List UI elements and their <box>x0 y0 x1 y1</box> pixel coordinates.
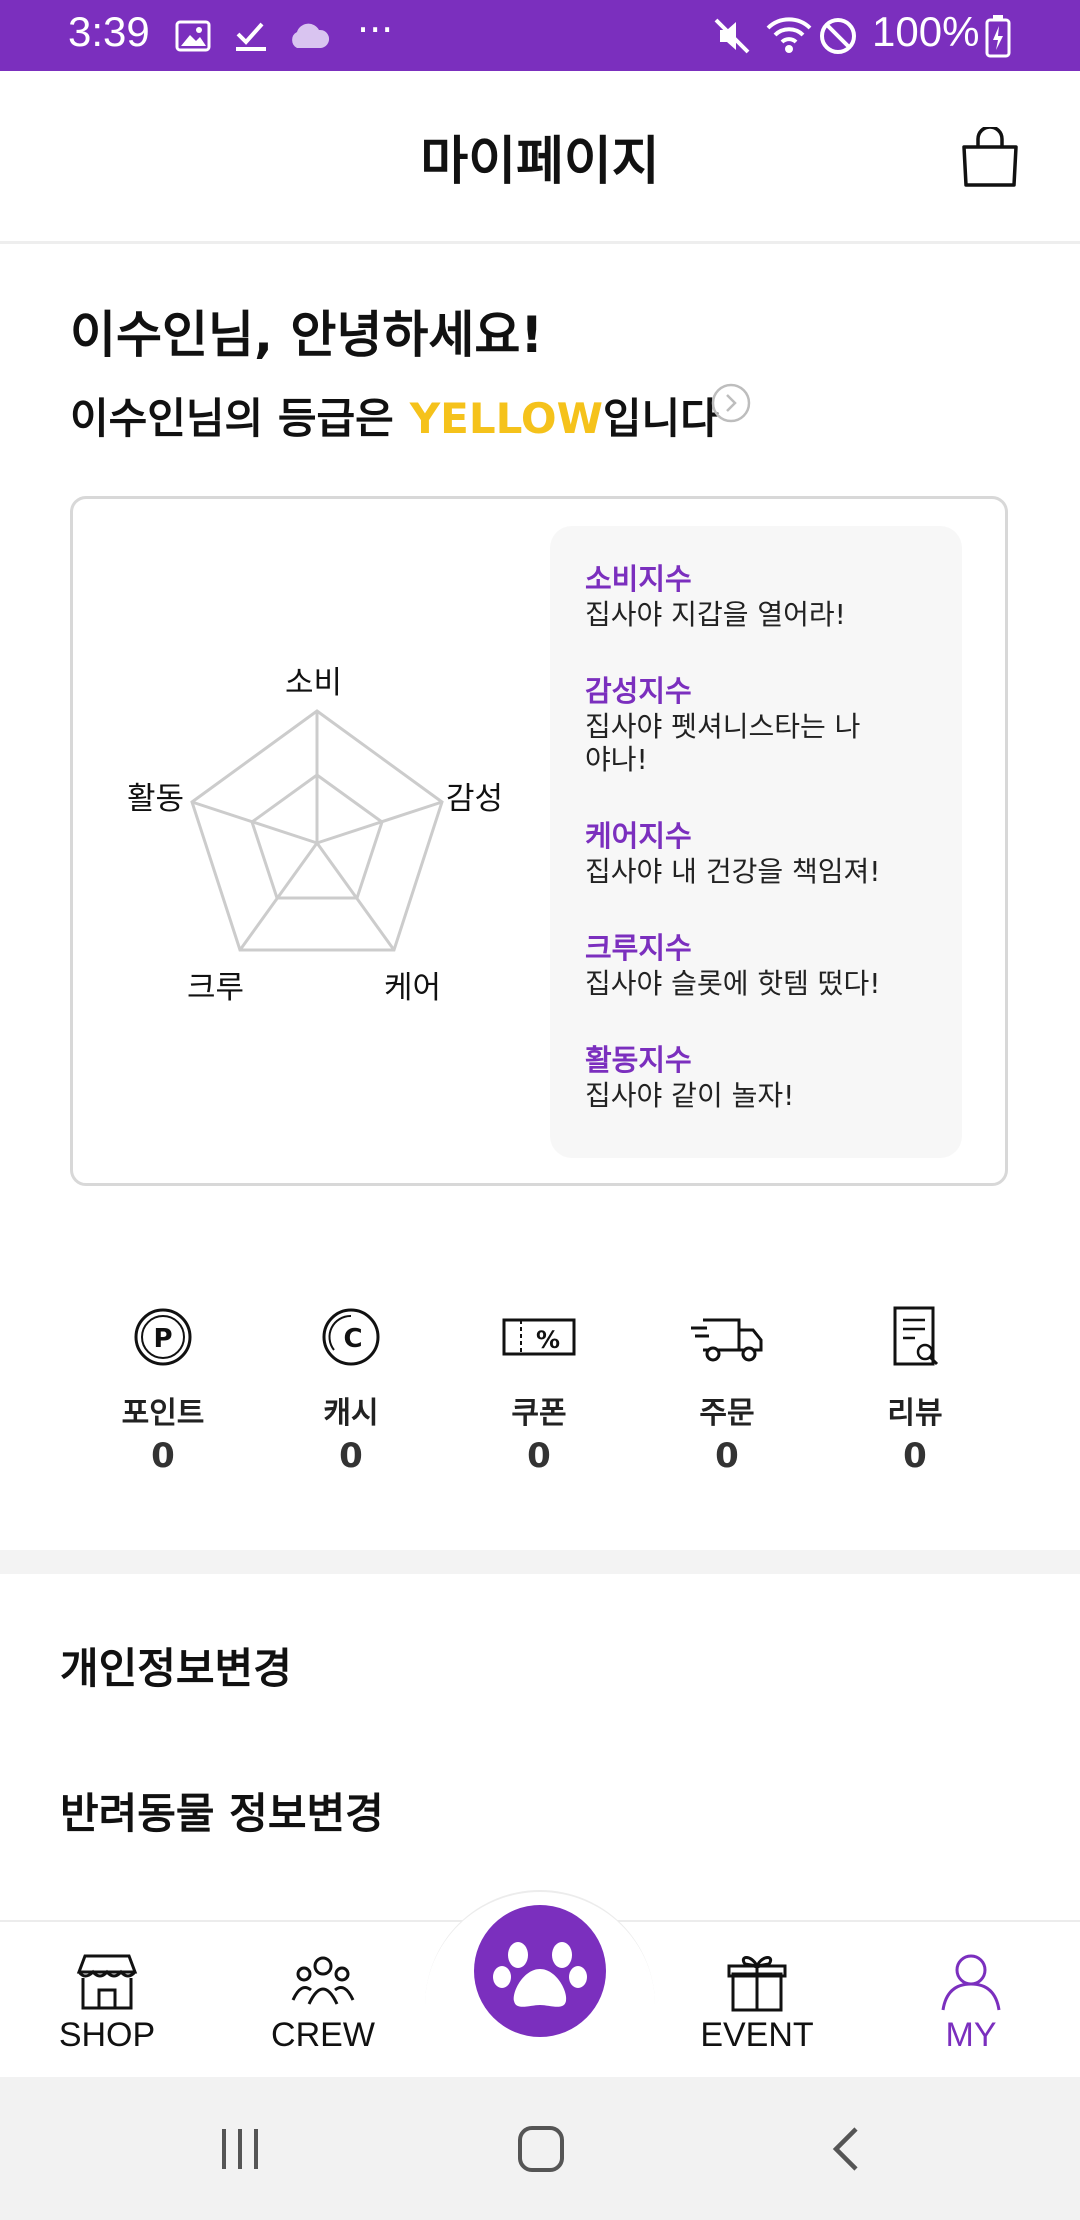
stat-label: 쿠폰 <box>511 1396 567 1431</box>
system-nav-bar <box>0 2077 1080 2220</box>
index-desc: 집사야 슬롯에 핫템 떴다! <box>585 967 881 1000</box>
stat-value: 0 <box>903 1436 927 1476</box>
grade-prefix: 이수인님의 등급은 <box>70 394 394 443</box>
grade-suffix: 입니다 <box>602 394 719 443</box>
greeting-text: 이수인님, 안녕하세요! <box>70 306 544 364</box>
index-item: 소비지수 집사야 지갑을 열어라! <box>585 556 846 631</box>
recent-apps-icon[interactable] <box>218 2125 264 2173</box>
page-title: 마이페이지 <box>420 132 660 192</box>
tab-label: SHOP <box>58 2016 156 2054</box>
app-header: 마이페이지 <box>0 71 1080 244</box>
tab-label: MY <box>945 2016 997 2054</box>
paw-icon <box>493 1942 587 2007</box>
review-icon <box>893 1306 939 1366</box>
stat-value: 0 <box>151 1436 175 1476</box>
stat-label: 캐시 <box>323 1396 379 1431</box>
stat-review[interactable]: 리뷰 0 <box>840 1302 990 1476</box>
stat-order[interactable]: 주문 0 <box>652 1302 802 1476</box>
index-item: 활동지수 집사야 같이 놀자! <box>585 1037 794 1112</box>
index-item: 케어지수 집사야 내 건강을 책임져! <box>585 813 881 888</box>
svg-text:%: % <box>536 1326 560 1354</box>
index-desc: 집사야 같이 놀자! <box>585 1079 795 1112</box>
crew-icon <box>291 1956 355 2005</box>
wifi-icon <box>766 17 812 53</box>
shopping-bag-icon[interactable] <box>960 127 1020 189</box>
gift-icon <box>727 1956 787 2012</box>
stat-value: 0 <box>715 1436 739 1476</box>
cash-icon: C <box>322 1308 380 1366</box>
mute-icon <box>714 18 750 54</box>
coupon-icon: % <box>502 1318 576 1356</box>
svg-text:P: P <box>153 1324 172 1354</box>
stat-cash[interactable]: C 캐시 0 <box>276 1302 426 1476</box>
stat-label: 리뷰 <box>887 1396 943 1431</box>
cloud-icon <box>292 23 330 48</box>
tab-label: CREW <box>271 2016 375 2054</box>
delivery-truck-icon <box>691 1318 763 1362</box>
stat-value: 0 <box>339 1436 363 1476</box>
grade-info-chevron-icon[interactable] <box>710 382 752 424</box>
stat-label: 주문 <box>699 1396 755 1431</box>
grade-line: 이수인님의 등급은 YELLOW입니다 <box>70 385 719 446</box>
tab-label: EVENT <box>700 2016 814 2054</box>
tab-my[interactable]: MY <box>896 1952 1046 2055</box>
home-icon[interactable] <box>516 2124 566 2174</box>
radar-label-consume: 소비 <box>285 665 343 701</box>
menu-edit-profile[interactable]: 개인정보변경 <box>60 1635 292 1696</box>
radar-label-care: 케어 <box>384 970 442 1006</box>
tab-paw-center-button[interactable] <box>474 1905 606 2037</box>
status-time: 3:39 <box>68 8 150 55</box>
stat-point[interactable]: P 포인트 0 <box>88 1302 238 1476</box>
stat-value: 0 <box>527 1436 551 1476</box>
do-not-disturb-icon <box>820 18 856 54</box>
tab-shop[interactable]: SHOP <box>32 1952 182 2055</box>
index-desc: 집사야 펫셔니스타는 나야나! <box>585 710 861 776</box>
index-title: 활동지수 <box>585 1043 692 1077</box>
more-notifications-icon: ··· <box>357 8 394 52</box>
point-icon: P <box>134 1308 192 1366</box>
index-desc: 집사야 지갑을 열어라! <box>585 598 846 631</box>
index-item: 크루지수 집사야 슬롯에 핫템 떴다! <box>585 925 881 1000</box>
back-icon[interactable] <box>828 2125 864 2173</box>
stat-label: 포인트 <box>121 1396 205 1431</box>
task-check-icon <box>236 22 266 51</box>
stat-coupon[interactable]: % 쿠폰 0 <box>464 1302 614 1476</box>
battery-text: 100% <box>872 8 980 55</box>
grade-value: YELLOW <box>409 394 603 443</box>
index-item: 감성지수 집사야 펫셔니스타는 나야나! <box>585 668 885 776</box>
svg-text:C: C <box>343 1324 362 1354</box>
tab-event[interactable]: EVENT <box>682 1952 832 2055</box>
index-title: 크루지수 <box>585 931 692 965</box>
status-bar: 3:39 ··· 100% <box>0 0 1080 71</box>
index-description-panel: 소비지수 집사야 지갑을 열어라! 감성지수 집사야 펫셔니스타는 나야나! 케… <box>550 526 962 1158</box>
battery-charging-icon <box>985 15 1011 58</box>
index-title: 감성지수 <box>585 674 692 708</box>
index-desc: 집사야 내 건강을 책임져! <box>585 855 881 888</box>
gallery-icon <box>175 20 211 52</box>
radar-label-activity: 활동 <box>127 781 185 817</box>
menu-edit-pet-info[interactable]: 반려동물 정보변경 <box>60 1780 384 1841</box>
shop-icon <box>76 1954 138 2010</box>
person-icon <box>941 1954 1001 2011</box>
radar-label-emotion: 감성 <box>446 781 504 817</box>
section-divider <box>0 1550 1080 1574</box>
tab-crew[interactable]: CREW <box>248 1952 398 2055</box>
index-title: 케어지수 <box>585 819 692 853</box>
radar-label-crew: 크루 <box>187 970 245 1006</box>
index-title: 소비지수 <box>585 562 692 596</box>
